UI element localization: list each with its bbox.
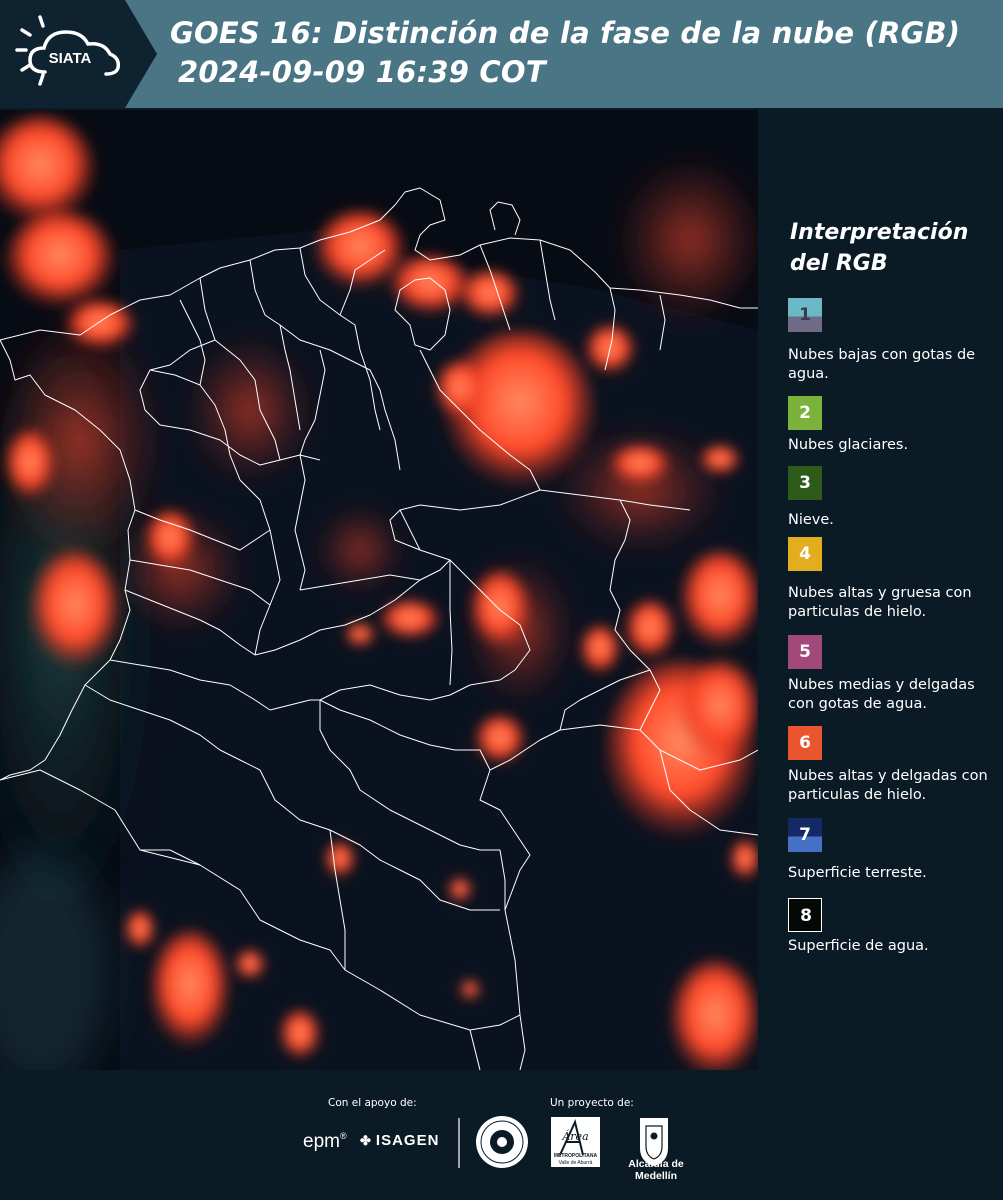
legend-label-7: Superficie terreste. <box>788 865 927 881</box>
legend-label-3: Nieve. <box>788 512 834 528</box>
legend-label-4: Nubes altas y gruesa con particulas de h… <box>788 585 972 620</box>
legend-swatch-6: 6 <box>788 726 822 760</box>
seal-logo <box>476 1116 528 1168</box>
page-timestamp: 2024-09-09 16:39 COT <box>178 55 546 89</box>
legend-swatch-7: 7 <box>788 818 822 852</box>
logo-text: SIATA <box>49 50 92 67</box>
footer: Con el apoyo de: Un proyecto de: epm® ✤ I… <box>0 1070 1003 1200</box>
legend-swatch-8: 8 <box>788 898 822 932</box>
legend-swatch-number: 7 <box>799 825 811 845</box>
satellite-map[interactable] <box>0 110 758 1070</box>
legend-swatch-1: 1 <box>788 298 822 332</box>
legend-swatch-number: 1 <box>799 305 811 325</box>
header-bar: SIATA GOES 16: Distinción de la fase de … <box>0 0 1003 108</box>
legend-swatch-number: 3 <box>799 473 811 493</box>
legend-panel: Interpretación del RGB 1 Nubes bajas con … <box>760 110 1003 1070</box>
area-logo-mark: Área <box>562 1130 589 1143</box>
satellite-image <box>0 110 758 1070</box>
legend-swatch-number: 4 <box>799 544 811 564</box>
legend-label-6: Nubes altas y delgadas con particulas de… <box>788 768 988 803</box>
area-logo-text: METROPOLITANA <box>553 1153 598 1159</box>
legend-label-2: Nubes glaciares. <box>788 437 909 453</box>
legend-swatch-number: 2 <box>799 403 811 423</box>
footer-graphics <box>458 1116 668 1168</box>
logo-band-shape: SIATA <box>0 0 157 108</box>
legend-swatch-3: 3 <box>788 466 822 500</box>
alcaldia-logo-text: Alcaldía de Medellín <box>628 1158 684 1182</box>
siata-logo[interactable]: SIATA <box>0 0 157 108</box>
page-title: GOES 16: Distinción de la fase de la nub… <box>170 16 961 50</box>
legend-swatch-2: 2 <box>788 396 822 430</box>
area-logo-subtext: Valle de Aburrá <box>558 1160 593 1166</box>
legend-swatch-number: 5 <box>799 642 811 662</box>
legend-swatch-number: 8 <box>800 906 812 926</box>
legend-swatch-number: 6 <box>799 733 811 753</box>
legend-label-1: Nubes bajas con gotas de agua. <box>788 347 976 382</box>
legend-swatch-5: 5 <box>788 635 822 669</box>
legend-label-5: Nubes medias y delgadas con gotas de agu… <box>788 677 975 712</box>
legend-title: Interpretación del RGB <box>790 220 969 276</box>
legend-label-8: Superficie de agua. <box>788 938 929 954</box>
legend-swatch-4: 4 <box>788 537 822 571</box>
